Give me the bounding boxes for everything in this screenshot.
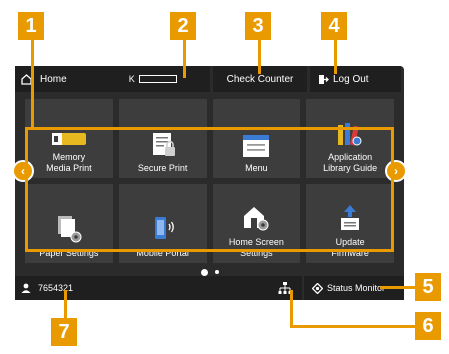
- top-bar: Home K Check Counter Log Out: [15, 66, 404, 92]
- paper-settings-icon: [57, 215, 82, 243]
- status-monitor-label: Status Monitor: [327, 283, 386, 293]
- memory-card-icon: [51, 133, 86, 146]
- logout-icon: [319, 74, 329, 84]
- logout-label: Log Out: [333, 73, 369, 85]
- scroll-left-button[interactable]: ‹: [12, 160, 34, 182]
- home-screen-settings-icon: [244, 207, 269, 231]
- menu-icon: [243, 134, 270, 157]
- user-id: 7654321: [38, 283, 74, 293]
- tile-label: Memory Media Print: [46, 152, 92, 173]
- status-monitor-icon: [312, 282, 323, 294]
- update-firmware-icon: [341, 205, 360, 231]
- home-button[interactable]: Home K: [15, 66, 210, 92]
- check-counter-label: Check Counter: [226, 73, 294, 85]
- callout-marker-2: 2: [170, 12, 196, 40]
- application-library-icon: [338, 123, 362, 146]
- user-icon: [21, 283, 31, 293]
- callout-line-3: [258, 38, 261, 74]
- callout-line-1: [31, 38, 34, 128]
- callout-frame-right: [391, 127, 394, 252]
- function-grid: Memory Media Print Secure Print Menu App…: [25, 99, 394, 263]
- secure-print-icon: [152, 132, 175, 156]
- tile-label: Application Library Guide: [323, 152, 378, 173]
- callout-frame-top: [25, 127, 394, 130]
- tile-label: Secure Print: [137, 162, 188, 173]
- bottom-bar: 7654321 Status Monitor: [15, 276, 404, 300]
- scroll-right-button[interactable]: ›: [385, 160, 407, 182]
- callout-frame-bottom: [25, 249, 394, 252]
- callout-marker-5: 5: [415, 273, 441, 301]
- tile-menu[interactable]: Menu: [212, 99, 301, 178]
- tile-application-library-guide[interactable]: Application Library Guide: [306, 99, 394, 178]
- logout-button[interactable]: Log Out: [310, 66, 401, 92]
- tile-label: Update Firmware: [331, 237, 369, 258]
- callout-marker-6: 6: [415, 312, 441, 340]
- callout-line-4: [334, 38, 337, 74]
- callout-marker-3: 3: [245, 12, 271, 40]
- page-dot: [214, 270, 219, 274]
- home-label: Home: [40, 73, 67, 85]
- mobile-portal-icon: [154, 216, 174, 239]
- tile-memory-media-print[interactable]: Memory Media Print: [25, 99, 113, 178]
- device-home-screen: Home K Check Counter Log Out Memory Medi…: [12, 66, 407, 300]
- callout-line-5: [380, 286, 418, 289]
- callout-marker-4: 4: [321, 12, 347, 40]
- tile-label: Home Screen Settings: [228, 237, 284, 258]
- callout-marker-7: 7: [51, 318, 77, 346]
- tile-secure-print[interactable]: Secure Print: [118, 99, 207, 178]
- toner-label: K: [128, 74, 135, 84]
- chevron-right-icon: ›: [394, 164, 398, 178]
- callout-line-2: [183, 38, 186, 78]
- callout-line-6-h: [290, 325, 418, 328]
- callout-marker-1: 1: [18, 12, 44, 40]
- callout-frame-left: [25, 127, 28, 252]
- page-dot-active: [200, 268, 208, 276]
- toner-level-bar: [138, 75, 177, 83]
- tile-label: Menu: [245, 162, 268, 173]
- callout-line-6-v: [290, 290, 293, 328]
